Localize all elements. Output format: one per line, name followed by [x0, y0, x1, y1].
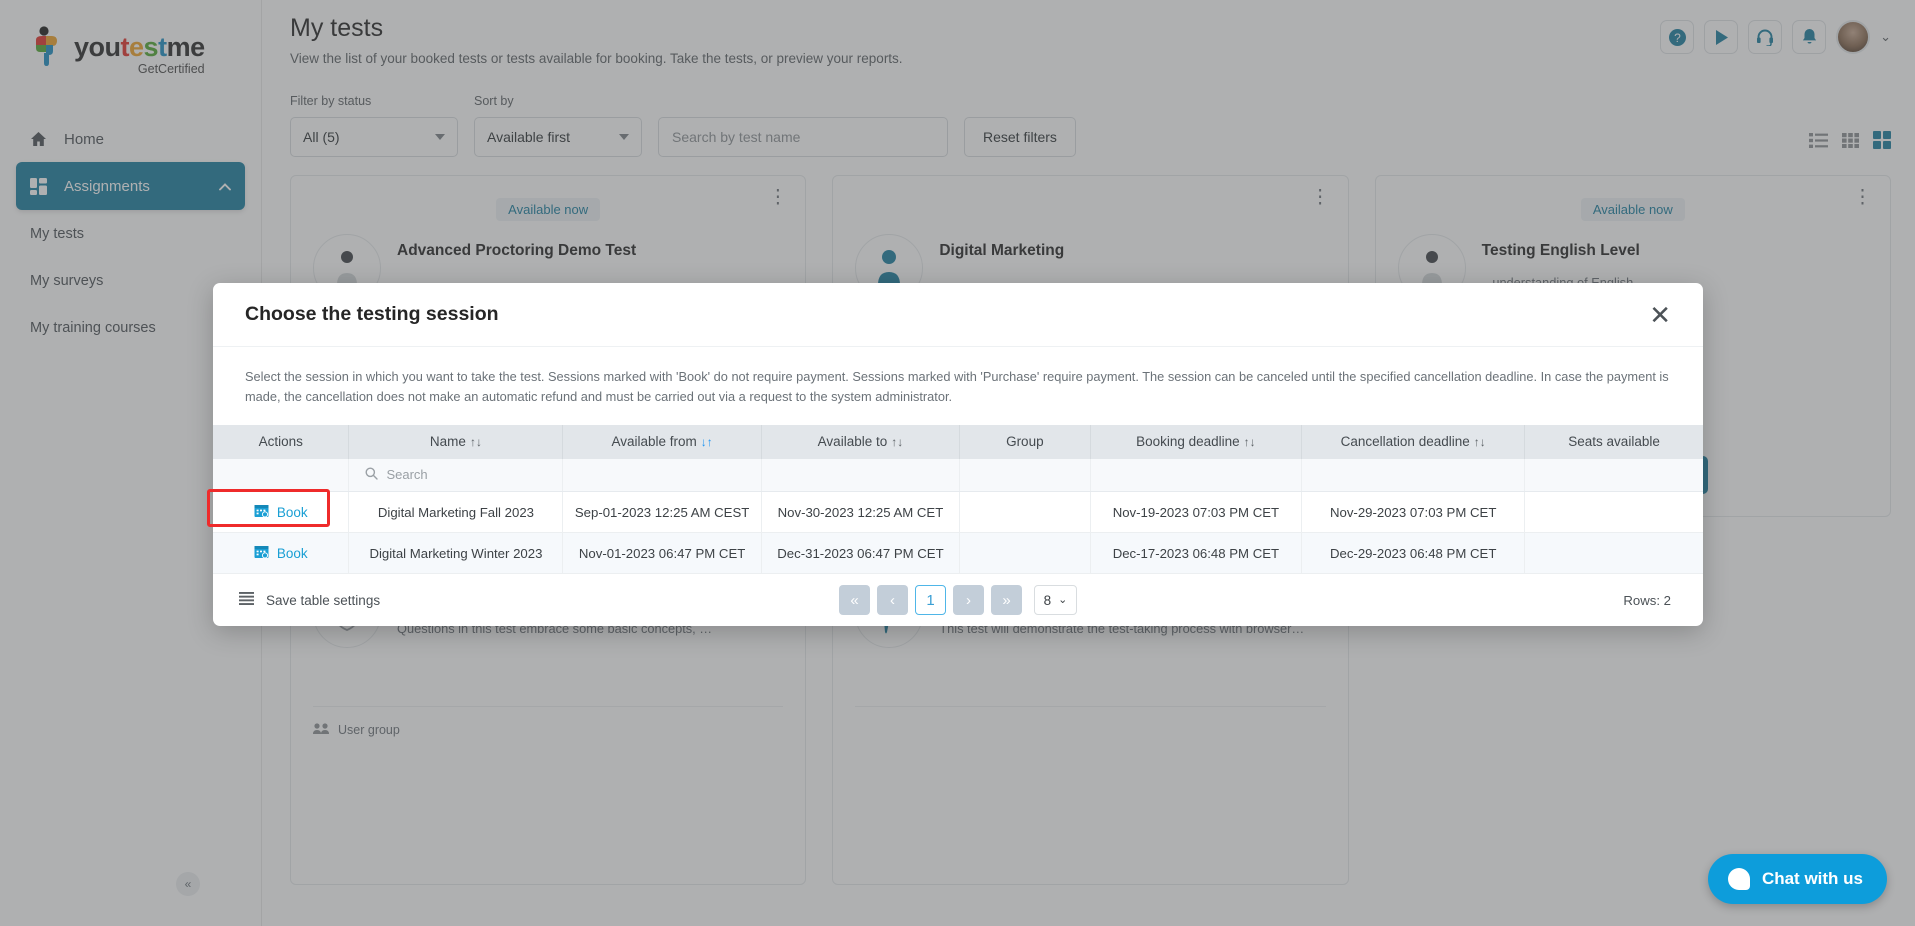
- booking-calendar-icon: [254, 503, 269, 521]
- modal-overlay: Choose the testing session ✕ Select the …: [0, 0, 1915, 926]
- first-page-button[interactable]: «: [839, 585, 870, 616]
- cell-action[interactable]: Book: [213, 532, 350, 575]
- column-header-available-to[interactable]: Available to ↑↓: [761, 424, 961, 459]
- cell-available-from: Nov-01-2023 06:47 PM CET: [562, 532, 762, 575]
- modal-header: Choose the testing session ✕: [213, 283, 1703, 347]
- cell-name: Digital Marketing Winter 2023: [348, 532, 564, 575]
- column-header-available-from[interactable]: Available from ↓↑: [562, 424, 762, 459]
- search-cell-seats-available[interactable]: [1524, 458, 1703, 493]
- search-cell-cancellation-deadline[interactable]: [1301, 458, 1526, 493]
- cell-available-to: Dec-31-2023 06:47 PM CET: [761, 532, 961, 575]
- search-name-placeholder: Search: [386, 467, 428, 483]
- search-cell-booking-deadline[interactable]: [1090, 458, 1303, 493]
- search-cell-actions: [213, 458, 350, 493]
- close-icon[interactable]: ✕: [1649, 302, 1671, 328]
- sort-icon[interactable]: ↑↓: [1244, 435, 1256, 449]
- page-size-value: 8: [1043, 592, 1052, 608]
- table-search-row: Search: [213, 458, 1703, 493]
- cell-cancellation-deadline: Dec-29-2023 06:48 PM CET: [1301, 532, 1526, 575]
- cell-seats-available: [1524, 532, 1703, 575]
- column-header-cancellation-deadline[interactable]: Cancellation deadline ↑↓: [1301, 424, 1526, 459]
- search-cell-available-from[interactable]: [562, 458, 762, 493]
- cell-group: [959, 532, 1091, 575]
- sort-icon-active[interactable]: ↓↑: [701, 435, 713, 449]
- table-settings-icon: [239, 592, 254, 608]
- search-icon: [365, 467, 379, 483]
- search-cell-name[interactable]: Search: [348, 458, 564, 493]
- last-page-button[interactable]: »: [991, 585, 1022, 616]
- cell-name: Digital Marketing Fall 2023: [348, 491, 564, 534]
- modal-description: Select the session in which you want to …: [245, 369, 1669, 404]
- chevron-down-icon: ⌄: [1058, 593, 1068, 606]
- cell-seats-available: [1524, 491, 1703, 534]
- book-button[interactable]: Book: [254, 503, 308, 521]
- table-row[interactable]: Book Digital Marketing Winter 2023 Nov-0…: [213, 532, 1703, 575]
- next-page-button[interactable]: ›: [953, 585, 984, 616]
- sessions-table: Actions Name ↑↓ Available from ↓↑ Availabl…: [213, 424, 1703, 575]
- modal-footer: Save table settings « ‹ 1 › » 8 ⌄ Rows: …: [213, 574, 1703, 626]
- previous-page-button[interactable]: ‹: [877, 585, 908, 616]
- cell-action[interactable]: Book: [213, 491, 350, 534]
- save-table-settings-button[interactable]: Save table settings: [239, 592, 380, 608]
- cell-cancellation-deadline: Nov-29-2023 07:03 PM CET: [1301, 491, 1526, 534]
- cell-available-from: Sep-01-2023 12:25 AM CEST: [562, 491, 762, 534]
- page-size-select[interactable]: 8 ⌄: [1034, 585, 1077, 616]
- cell-booking-deadline: Dec-17-2023 06:48 PM CET: [1090, 532, 1303, 575]
- choose-testing-session-modal: Choose the testing session ✕ Select the …: [213, 283, 1703, 627]
- page-number-button[interactable]: 1: [915, 585, 946, 616]
- modal-title: Choose the testing session: [245, 303, 499, 325]
- booking-calendar-icon: [254, 544, 269, 562]
- column-header-name[interactable]: Name ↑↓: [348, 424, 564, 459]
- save-table-settings-label: Save table settings: [266, 592, 381, 608]
- book-label: Book: [276, 545, 308, 561]
- search-cell-available-to[interactable]: [761, 458, 961, 493]
- column-header-actions[interactable]: Actions: [213, 424, 350, 459]
- search-cell-group[interactable]: [959, 458, 1091, 493]
- sort-icon[interactable]: ↑↓: [891, 435, 903, 449]
- rows-count-label: Rows: 2: [1623, 592, 1671, 608]
- table-row[interactable]: Book Digital Marketing Fall 2023 Sep-01-…: [213, 491, 1703, 534]
- sort-icon[interactable]: ↑↓: [1474, 435, 1486, 449]
- sort-icon[interactable]: ↑↓: [470, 435, 482, 449]
- cell-available-to: Nov-30-2023 12:25 AM CET: [761, 491, 961, 534]
- cell-booking-deadline: Nov-19-2023 07:03 PM CET: [1090, 491, 1303, 534]
- column-header-booking-deadline[interactable]: Booking deadline ↑↓: [1090, 424, 1303, 459]
- book-label: Book: [276, 504, 308, 520]
- pagination: « ‹ 1 › » 8 ⌄: [839, 585, 1077, 616]
- column-header-group[interactable]: Group: [959, 424, 1091, 459]
- table-header-row: Actions Name ↑↓ Available from ↓↑ Availabl…: [213, 424, 1703, 459]
- book-button[interactable]: Book: [254, 544, 308, 562]
- column-header-seats-available[interactable]: Seats available: [1524, 424, 1703, 459]
- cell-group: [959, 491, 1091, 534]
